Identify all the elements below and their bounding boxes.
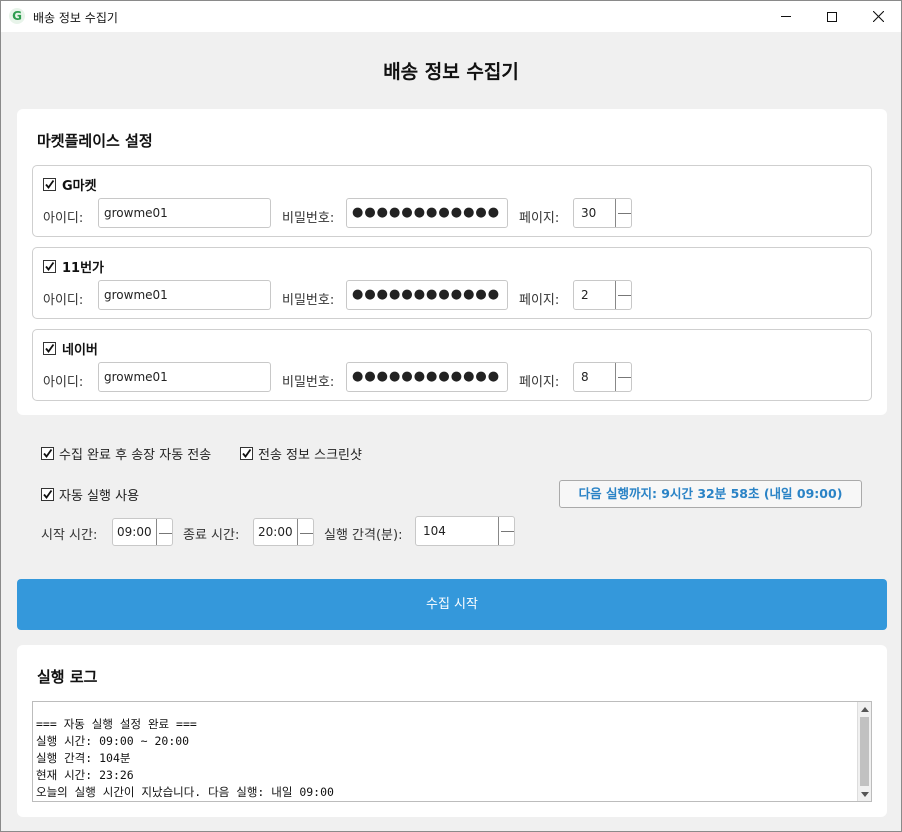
11st-page-value: 2 — [581, 288, 589, 302]
minimize-button[interactable] — [763, 1, 809, 32]
scroll-up-button[interactable] — [858, 702, 871, 716]
log-textarea[interactable]: === 자동 실행 설정 완료 === 실행 시간: 09:00 ~ 20:00… — [32, 701, 872, 802]
scroll-thumb[interactable] — [860, 717, 869, 786]
page-label: 페이지: — [519, 293, 560, 308]
app-logo-icon: G — [9, 8, 25, 24]
maximize-icon — [827, 11, 837, 22]
arrow-up-icon — [860, 706, 869, 712]
spinner-arrows[interactable] — [615, 281, 631, 309]
marketplace-gmarket: G마켓 아이디: growme01 비밀번호: ●●●●●●●●●●●● 페이지… — [32, 165, 872, 237]
checkmark-icon — [242, 448, 252, 458]
marketplace-11st: 11번가 아이디: growme01 비밀번호: ●●●●●●●●●●●● 페이… — [32, 247, 872, 319]
interval-label: 실행 간격(분): — [324, 528, 403, 543]
maximize-button[interactable] — [809, 1, 855, 32]
screenshot-checkbox[interactable] — [240, 447, 253, 460]
naver-page-value: 8 — [581, 370, 589, 384]
auto-run-option[interactable]: 자동 실행 사용 — [41, 485, 139, 504]
auto-run-checkbox[interactable] — [41, 488, 54, 501]
log-scrollbar[interactable] — [857, 702, 871, 801]
end-time-label: 종료 시간: — [183, 528, 240, 543]
auto-run-label: 자동 실행 사용 — [59, 489, 140, 504]
id-label: 아이디: — [43, 211, 84, 226]
arrow-down-icon — [860, 791, 869, 797]
title-bar[interactable]: G 배송 정보 수집기 — [1, 1, 901, 32]
gmarket-name: G마켓 — [62, 179, 97, 194]
end-time-spinner[interactable]: 20:00 — [253, 518, 314, 546]
log-section-title: 실행 로그 — [37, 668, 98, 686]
start-time-label: 시작 시간: — [41, 528, 98, 543]
close-icon — [872, 11, 884, 22]
log-content: === 자동 실행 설정 완료 === 실행 시간: 09:00 ~ 20:00… — [36, 717, 334, 799]
password-label: 비밀번호: — [282, 375, 335, 390]
screenshot-label: 전송 정보 스크린샷 — [258, 448, 362, 463]
spinner-arrows[interactable] — [297, 519, 313, 545]
gmarket-id-field[interactable]: growme01 — [98, 198, 271, 228]
naver-id-field[interactable]: growme01 — [98, 362, 271, 392]
checkmark-icon — [43, 489, 53, 499]
auto-send-option[interactable]: 수집 완료 후 송장 자동 전송 — [41, 444, 211, 463]
gmarket-password-field[interactable]: ●●●●●●●●●●●● — [346, 198, 508, 228]
spinner-arrows[interactable] — [615, 199, 631, 227]
naver-password-field[interactable]: ●●●●●●●●●●●● — [346, 362, 508, 392]
marketplace-section-title: 마켓플레이스 설정 — [37, 132, 153, 150]
page-label: 페이지: — [519, 211, 560, 226]
start-time-value: 09:00 — [117, 525, 152, 539]
11st-id-field[interactable]: growme01 — [98, 280, 271, 310]
start-collect-button[interactable]: 수집 시작 — [17, 579, 887, 630]
spinner-arrows[interactable] — [615, 363, 631, 391]
interval-value: 104 — [423, 524, 446, 538]
password-label: 비밀번호: — [282, 293, 335, 308]
app-window: G 배송 정보 수집기 배송 정보 수집기 마켓플레이스 설정 G마켓 아이디:… — [0, 0, 902, 832]
close-button[interactable] — [855, 1, 901, 32]
gmarket-checkbox[interactable] — [43, 178, 56, 191]
interval-spinner[interactable]: 104 — [415, 516, 515, 546]
naver-page-spinner[interactable]: 8 — [573, 362, 632, 392]
password-label: 비밀번호: — [282, 211, 335, 226]
checkmark-icon — [45, 261, 55, 271]
checkmark-icon — [45, 343, 55, 353]
checkmark-icon — [43, 448, 53, 458]
gmarket-header: G마켓 — [43, 175, 97, 194]
start-time-spinner[interactable]: 09:00 — [112, 518, 173, 546]
screenshot-option[interactable]: 전송 정보 스크린샷 — [240, 444, 362, 463]
id-label: 아이디: — [43, 293, 84, 308]
marketplace-settings-panel: 마켓플레이스 설정 G마켓 아이디: growme01 비밀번호: ●●●●●●… — [17, 109, 887, 415]
log-panel: 실행 로그 === 자동 실행 설정 완료 === 실행 시간: 09:00 ~… — [17, 645, 887, 817]
page-title: 배송 정보 수집기 — [383, 61, 519, 83]
window-title: 배송 정보 수집기 — [33, 11, 118, 25]
spinner-arrows[interactable] — [156, 519, 172, 545]
11st-name: 11번가 — [62, 261, 105, 276]
11st-checkbox[interactable] — [43, 260, 56, 273]
naver-header: 네이버 — [43, 339, 98, 358]
scroll-down-button[interactable] — [858, 787, 871, 801]
checkmark-icon — [45, 179, 55, 189]
minimize-icon — [781, 16, 791, 17]
end-time-value: 20:00 — [258, 525, 293, 539]
marketplace-naver: 네이버 아이디: growme01 비밀번호: ●●●●●●●●●●●● 페이지… — [32, 329, 872, 401]
11st-password-field[interactable]: ●●●●●●●●●●●● — [346, 280, 508, 310]
spinner-arrows[interactable] — [498, 517, 514, 545]
id-label: 아이디: — [43, 375, 84, 390]
naver-name: 네이버 — [62, 343, 98, 358]
naver-checkbox[interactable] — [43, 342, 56, 355]
gmarket-page-value: 30 — [581, 206, 597, 220]
11st-header: 11번가 — [43, 257, 104, 276]
11st-page-spinner[interactable]: 2 — [573, 280, 632, 310]
page-label: 페이지: — [519, 375, 560, 390]
next-run-countdown: 다음 실행까지: 9시간 32분 58초 (내일 09:00) — [559, 480, 862, 508]
auto-send-checkbox[interactable] — [41, 447, 54, 460]
gmarket-page-spinner[interactable]: 30 — [573, 198, 632, 228]
auto-send-label: 수집 완료 후 송장 자동 전송 — [59, 448, 212, 463]
